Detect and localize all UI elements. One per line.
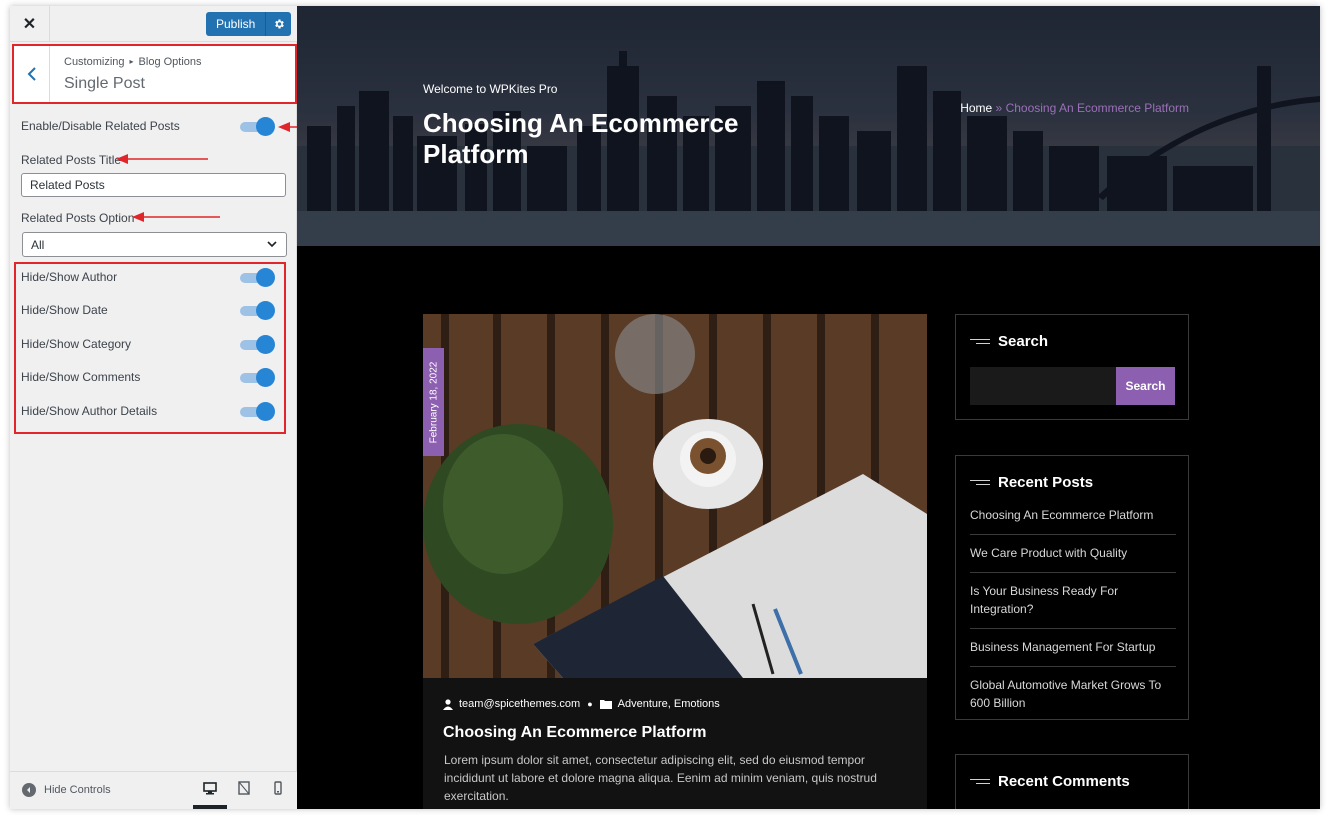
- related-posts-toggle[interactable]: [240, 117, 276, 136]
- collapse-icon: [22, 783, 36, 797]
- post-excerpt: Lorem ipsum dolor sit amet, consectetur …: [444, 753, 877, 803]
- post-date-badge[interactable]: February 18, 2022: [423, 348, 444, 456]
- title-lines-icon: [970, 776, 990, 787]
- customizer-footer: Hide Controls: [10, 771, 297, 809]
- select-value: All: [31, 238, 45, 252]
- related-posts-title-label: Related Posts Title: [21, 153, 122, 167]
- hide-controls-button[interactable]: Hide Controls: [22, 783, 111, 797]
- site-preview: Welcome to WPKites Pro Choosing An Ecomm…: [297, 6, 1320, 809]
- breadcrumb-item: Blog Options: [138, 56, 202, 68]
- breadcrumb-home-link[interactable]: Home: [960, 101, 992, 115]
- toggle-author[interactable]: [240, 268, 276, 287]
- chevron-left-icon: [27, 67, 36, 81]
- page-title: Choosing An Ecommerce Platform: [423, 108, 739, 169]
- breadcrumb-separator-icon: ▸: [129, 57, 134, 66]
- widget-title: Recent Comments: [970, 773, 1130, 790]
- related-posts-option-label: Related Posts Option: [21, 211, 135, 225]
- chevron-down-icon: [267, 241, 277, 248]
- desktop-icon: [203, 782, 217, 795]
- section-header: Customizing ▸ Blog Options Single Post: [12, 44, 297, 104]
- device-mobile-button[interactable]: [261, 781, 295, 809]
- related-posts-title-input[interactable]: Related Posts: [21, 173, 286, 197]
- breadcrumb-current: Choosing An Ecommerce Platform: [1005, 101, 1189, 115]
- post-date: February 18, 2022: [428, 361, 439, 443]
- annotation-arrow: [116, 154, 208, 164]
- post-card: February 18, 2022 team@spicethemes.com ●…: [423, 314, 927, 809]
- recent-posts-title: Recent Posts: [998, 474, 1094, 491]
- breadcrumb-item: Customizing: [64, 56, 125, 68]
- page-breadcrumb: Home » Choosing An Ecommerce Platform: [960, 101, 1189, 115]
- related-posts-option-select[interactable]: All: [22, 232, 287, 257]
- toggle-category[interactable]: [240, 335, 276, 354]
- recent-posts-list: Choosing An Ecommerce Platform We Care P…: [970, 506, 1176, 731]
- hero-banner: Welcome to WPKites Pro Choosing An Ecomm…: [297, 6, 1320, 246]
- toggle-date[interactable]: [240, 301, 276, 320]
- post-featured-image: February 18, 2022: [423, 314, 927, 678]
- toggle-author-details[interactable]: [240, 402, 276, 421]
- widget-title: Recent Posts: [970, 474, 1093, 491]
- toggle-label-author: Hide/Show Author: [21, 270, 118, 284]
- site-tagline: Welcome to WPKites Pro: [423, 82, 558, 96]
- post-title[interactable]: Choosing An Ecommerce Platform: [443, 724, 706, 742]
- device-desktop-button[interactable]: [193, 781, 227, 809]
- related-posts-toggle-label: Enable/Disable Related Posts: [21, 119, 180, 133]
- customizer-sidebar: ✕ Publish Customizing ▸ Blog Options Singl…: [10, 6, 297, 809]
- toggle-label-category: Hide/Show Category: [21, 337, 132, 351]
- recent-post-link[interactable]: Business Management For Startup: [970, 638, 1176, 667]
- hide-controls-label: Hide Controls: [44, 784, 111, 796]
- mobile-icon: [274, 781, 282, 795]
- folder-icon: [599, 700, 612, 709]
- widget-title: Search: [970, 333, 1048, 350]
- recent-post-link[interactable]: Global Automotive Market Grows To 600 Bi…: [970, 676, 1176, 722]
- post-author[interactable]: team@spicethemes.com: [459, 698, 580, 710]
- tablet-icon: [238, 781, 250, 795]
- coffee-desk-image: [423, 314, 927, 678]
- toggle-label-date: Hide/Show Date: [21, 303, 108, 317]
- section-title: Single Post: [64, 75, 145, 92]
- breadcrumb: Customizing ▸ Blog Options: [64, 56, 202, 68]
- annotation-arrow: [132, 212, 220, 222]
- title-lines-icon: [970, 477, 990, 488]
- gear-icon: [275, 19, 284, 29]
- customizer-header: ✕ Publish: [10, 6, 297, 42]
- customizer-window: ✕ Publish Customizing ▸ Blog Options Singl…: [10, 6, 1320, 809]
- title-lines-icon: [970, 336, 990, 347]
- recent-post-link[interactable]: Is Your Business Ready For Integration?: [970, 582, 1176, 629]
- close-icon: ✕: [22, 16, 37, 33]
- recent-comments-title: Recent Comments: [998, 773, 1130, 790]
- recent-posts-widget: Recent Posts Choosing An Ecommerce Platf…: [955, 455, 1189, 720]
- recent-post-link[interactable]: We Care Product with Quality: [970, 544, 1176, 573]
- meta-separator: ●: [587, 699, 593, 709]
- post-meta: team@spicethemes.com ● Adventure, Emotio…: [443, 698, 720, 710]
- device-tablet-button[interactable]: [227, 781, 261, 809]
- search-input[interactable]: [970, 367, 1116, 405]
- publish-group: Publish: [206, 12, 292, 36]
- post-categories[interactable]: Adventure, Emotions: [618, 698, 720, 710]
- toggle-label-author-details: Hide/Show Author Details: [21, 404, 158, 418]
- publish-button[interactable]: Publish: [206, 12, 266, 36]
- recent-comments-widget: Recent Comments: [955, 754, 1189, 809]
- close-button[interactable]: ✕: [10, 6, 50, 42]
- recent-post-link[interactable]: Choosing An Ecommerce Platform: [970, 506, 1176, 535]
- toggle-label-comments: Hide/Show Comments: [21, 370, 141, 384]
- search-widget: Search Search: [955, 314, 1189, 420]
- user-icon: [443, 698, 453, 710]
- toggle-comments[interactable]: [240, 368, 276, 387]
- search-widget-title: Search: [998, 333, 1049, 350]
- back-button[interactable]: [14, 46, 50, 102]
- breadcrumb-separator: »: [995, 101, 1003, 115]
- publish-settings-button[interactable]: [265, 12, 292, 36]
- search-button[interactable]: Search: [1116, 367, 1175, 405]
